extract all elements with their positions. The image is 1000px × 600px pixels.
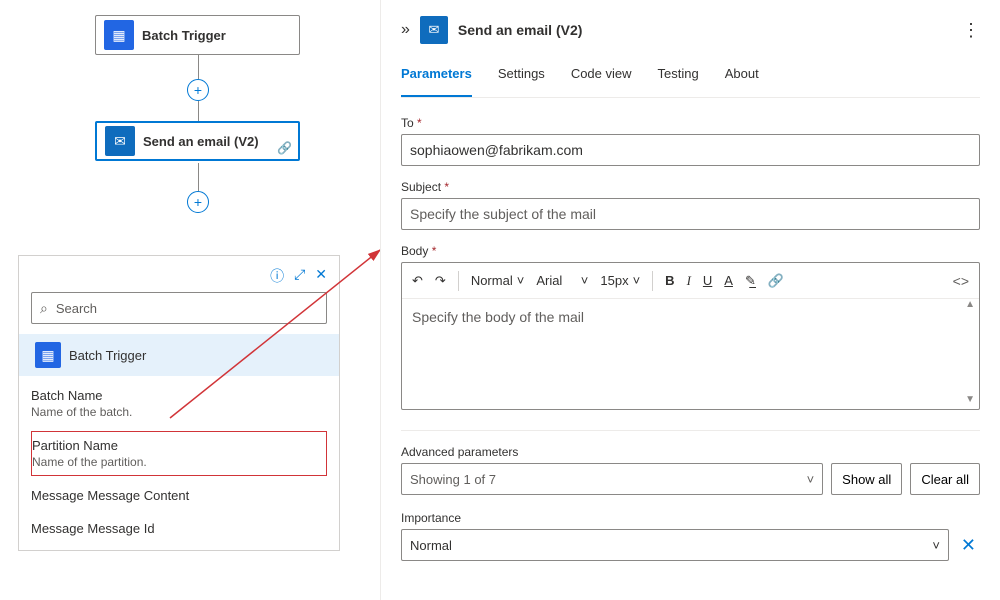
- clear-all-button[interactable]: Clear all: [910, 463, 980, 495]
- scroll-arrows: ▲▼: [965, 299, 975, 405]
- body-textarea[interactable]: Specify the body of the mail: [402, 299, 979, 409]
- field-message-content[interactable]: Message Message Content: [31, 482, 327, 509]
- body-editor: ↶ ↷ Normal ˅ Arial ˅ 15px ˅ B I U A ✎̲ 🔗…: [401, 262, 980, 410]
- field-name: Batch Name: [31, 388, 327, 403]
- divider: [401, 430, 980, 431]
- link-icon[interactable]: 🔗: [768, 273, 784, 289]
- importance-value: Normal: [410, 538, 452, 553]
- tab-testing[interactable]: Testing: [658, 66, 699, 97]
- body-label: Body *: [401, 244, 980, 258]
- subject-label: Subject *: [401, 180, 980, 194]
- field-batch-name[interactable]: Batch Name Name of the batch.: [31, 382, 327, 425]
- remove-param-icon[interactable]: ✕: [957, 535, 980, 556]
- search-placeholder: Search: [56, 301, 97, 316]
- tab-about[interactable]: About: [725, 66, 759, 97]
- node-label: Send an email (V2): [143, 134, 259, 149]
- advanced-select[interactable]: Showing 1 of 7 ˅: [401, 463, 823, 495]
- info-icon[interactable]: ⓘ: [270, 266, 284, 286]
- to-label: To *: [401, 116, 980, 130]
- dynamic-content-popup: ⓘ ⤢ ✕ ⌕ Search ▦ Batch Trigger Batch Nam…: [18, 255, 340, 551]
- redo-icon[interactable]: ↷: [435, 273, 446, 289]
- node-label: Batch Trigger: [142, 28, 226, 43]
- style-dropdown[interactable]: Normal ˅: [471, 273, 525, 288]
- close-icon[interactable]: ✕: [315, 266, 327, 286]
- toolbar-separator: [652, 271, 653, 291]
- font-color-icon[interactable]: A: [724, 273, 733, 288]
- search-icon: ⌕: [40, 300, 48, 317]
- panel-title: Send an email (V2): [458, 22, 582, 38]
- more-icon[interactable]: ⋮: [962, 20, 980, 41]
- code-view-icon[interactable]: <>: [953, 273, 969, 289]
- add-step-button-1[interactable]: +: [187, 79, 209, 101]
- importance-label: Importance: [401, 511, 980, 525]
- workflow-canvas: ▦ Batch Trigger + ✉ Send an email (V2) 🔗…: [0, 0, 370, 260]
- field-name: Partition Name: [32, 438, 326, 453]
- expand-icon[interactable]: ⤢: [294, 266, 305, 286]
- editor-toolbar: ↶ ↷ Normal ˅ Arial ˅ 15px ˅ B I U A ✎̲ 🔗…: [402, 263, 979, 299]
- underline-icon[interactable]: U: [703, 273, 712, 288]
- field-message-id[interactable]: Message Message Id: [31, 515, 327, 542]
- subject-input[interactable]: [401, 198, 980, 230]
- outlook-icon: ✉: [105, 126, 135, 156]
- field-desc: Name of the partition.: [32, 455, 326, 469]
- add-step-button-2[interactable]: +: [187, 191, 209, 213]
- tab-settings[interactable]: Settings: [498, 66, 545, 97]
- bold-icon[interactable]: B: [665, 273, 674, 288]
- size-dropdown[interactable]: 15px ˅: [600, 273, 640, 288]
- tab-parameters[interactable]: Parameters: [401, 66, 472, 97]
- batch-trigger-icon: ▦: [35, 342, 61, 368]
- to-input[interactable]: [401, 134, 980, 166]
- node-batch-trigger[interactable]: ▦ Batch Trigger: [95, 15, 300, 55]
- toolbar-separator: [458, 271, 459, 291]
- connector: [198, 163, 199, 191]
- highlight-icon[interactable]: ✎̲: [745, 273, 756, 289]
- tabs: Parameters Settings Code view Testing Ab…: [401, 66, 980, 98]
- importance-select[interactable]: Normal ˅: [401, 529, 949, 561]
- node-send-email[interactable]: ✉ Send an email (V2) 🔗: [95, 121, 300, 161]
- popup-actions: ⓘ ⤢ ✕: [31, 266, 327, 286]
- field-desc: Name of the batch.: [31, 405, 327, 419]
- connector: [198, 101, 199, 121]
- panel-header: » ✉ Send an email (V2) ⋮: [401, 12, 980, 48]
- parameters-form: To * Subject * Body * ↶ ↷ Normal ˅ Arial…: [401, 116, 980, 561]
- field-name: Message Message Content: [31, 488, 327, 503]
- advanced-row: Showing 1 of 7 ˅ Show all Clear all: [401, 463, 980, 495]
- outlook-icon: ✉: [420, 16, 448, 44]
- field-partition-name[interactable]: Partition Name Name of the partition.: [31, 431, 327, 476]
- properties-panel: » ✉ Send an email (V2) ⋮ Parameters Sett…: [380, 0, 1000, 600]
- search-input[interactable]: ⌕ Search: [31, 292, 327, 324]
- advanced-label: Advanced parameters: [401, 445, 980, 459]
- importance-row: Normal ˅ ✕: [401, 529, 980, 561]
- collapse-icon[interactable]: »: [401, 21, 410, 39]
- connector: [198, 55, 199, 79]
- show-all-button[interactable]: Show all: [831, 463, 902, 495]
- undo-icon[interactable]: ↶: [412, 273, 423, 289]
- field-name: Message Message Id: [31, 521, 327, 536]
- advanced-showing: Showing 1 of 7: [410, 472, 496, 487]
- chevron-down-icon: ˅: [932, 538, 940, 553]
- chevron-down-icon: ˅: [807, 472, 815, 487]
- link-icon: 🔗: [277, 141, 292, 155]
- section-title: Batch Trigger: [69, 348, 146, 363]
- font-dropdown[interactable]: Arial ˅: [536, 273, 588, 288]
- italic-icon[interactable]: I: [687, 273, 691, 289]
- batch-trigger-icon: ▦: [104, 20, 134, 50]
- popup-section-header: ▦ Batch Trigger: [19, 334, 339, 376]
- tab-code-view[interactable]: Code view: [571, 66, 632, 97]
